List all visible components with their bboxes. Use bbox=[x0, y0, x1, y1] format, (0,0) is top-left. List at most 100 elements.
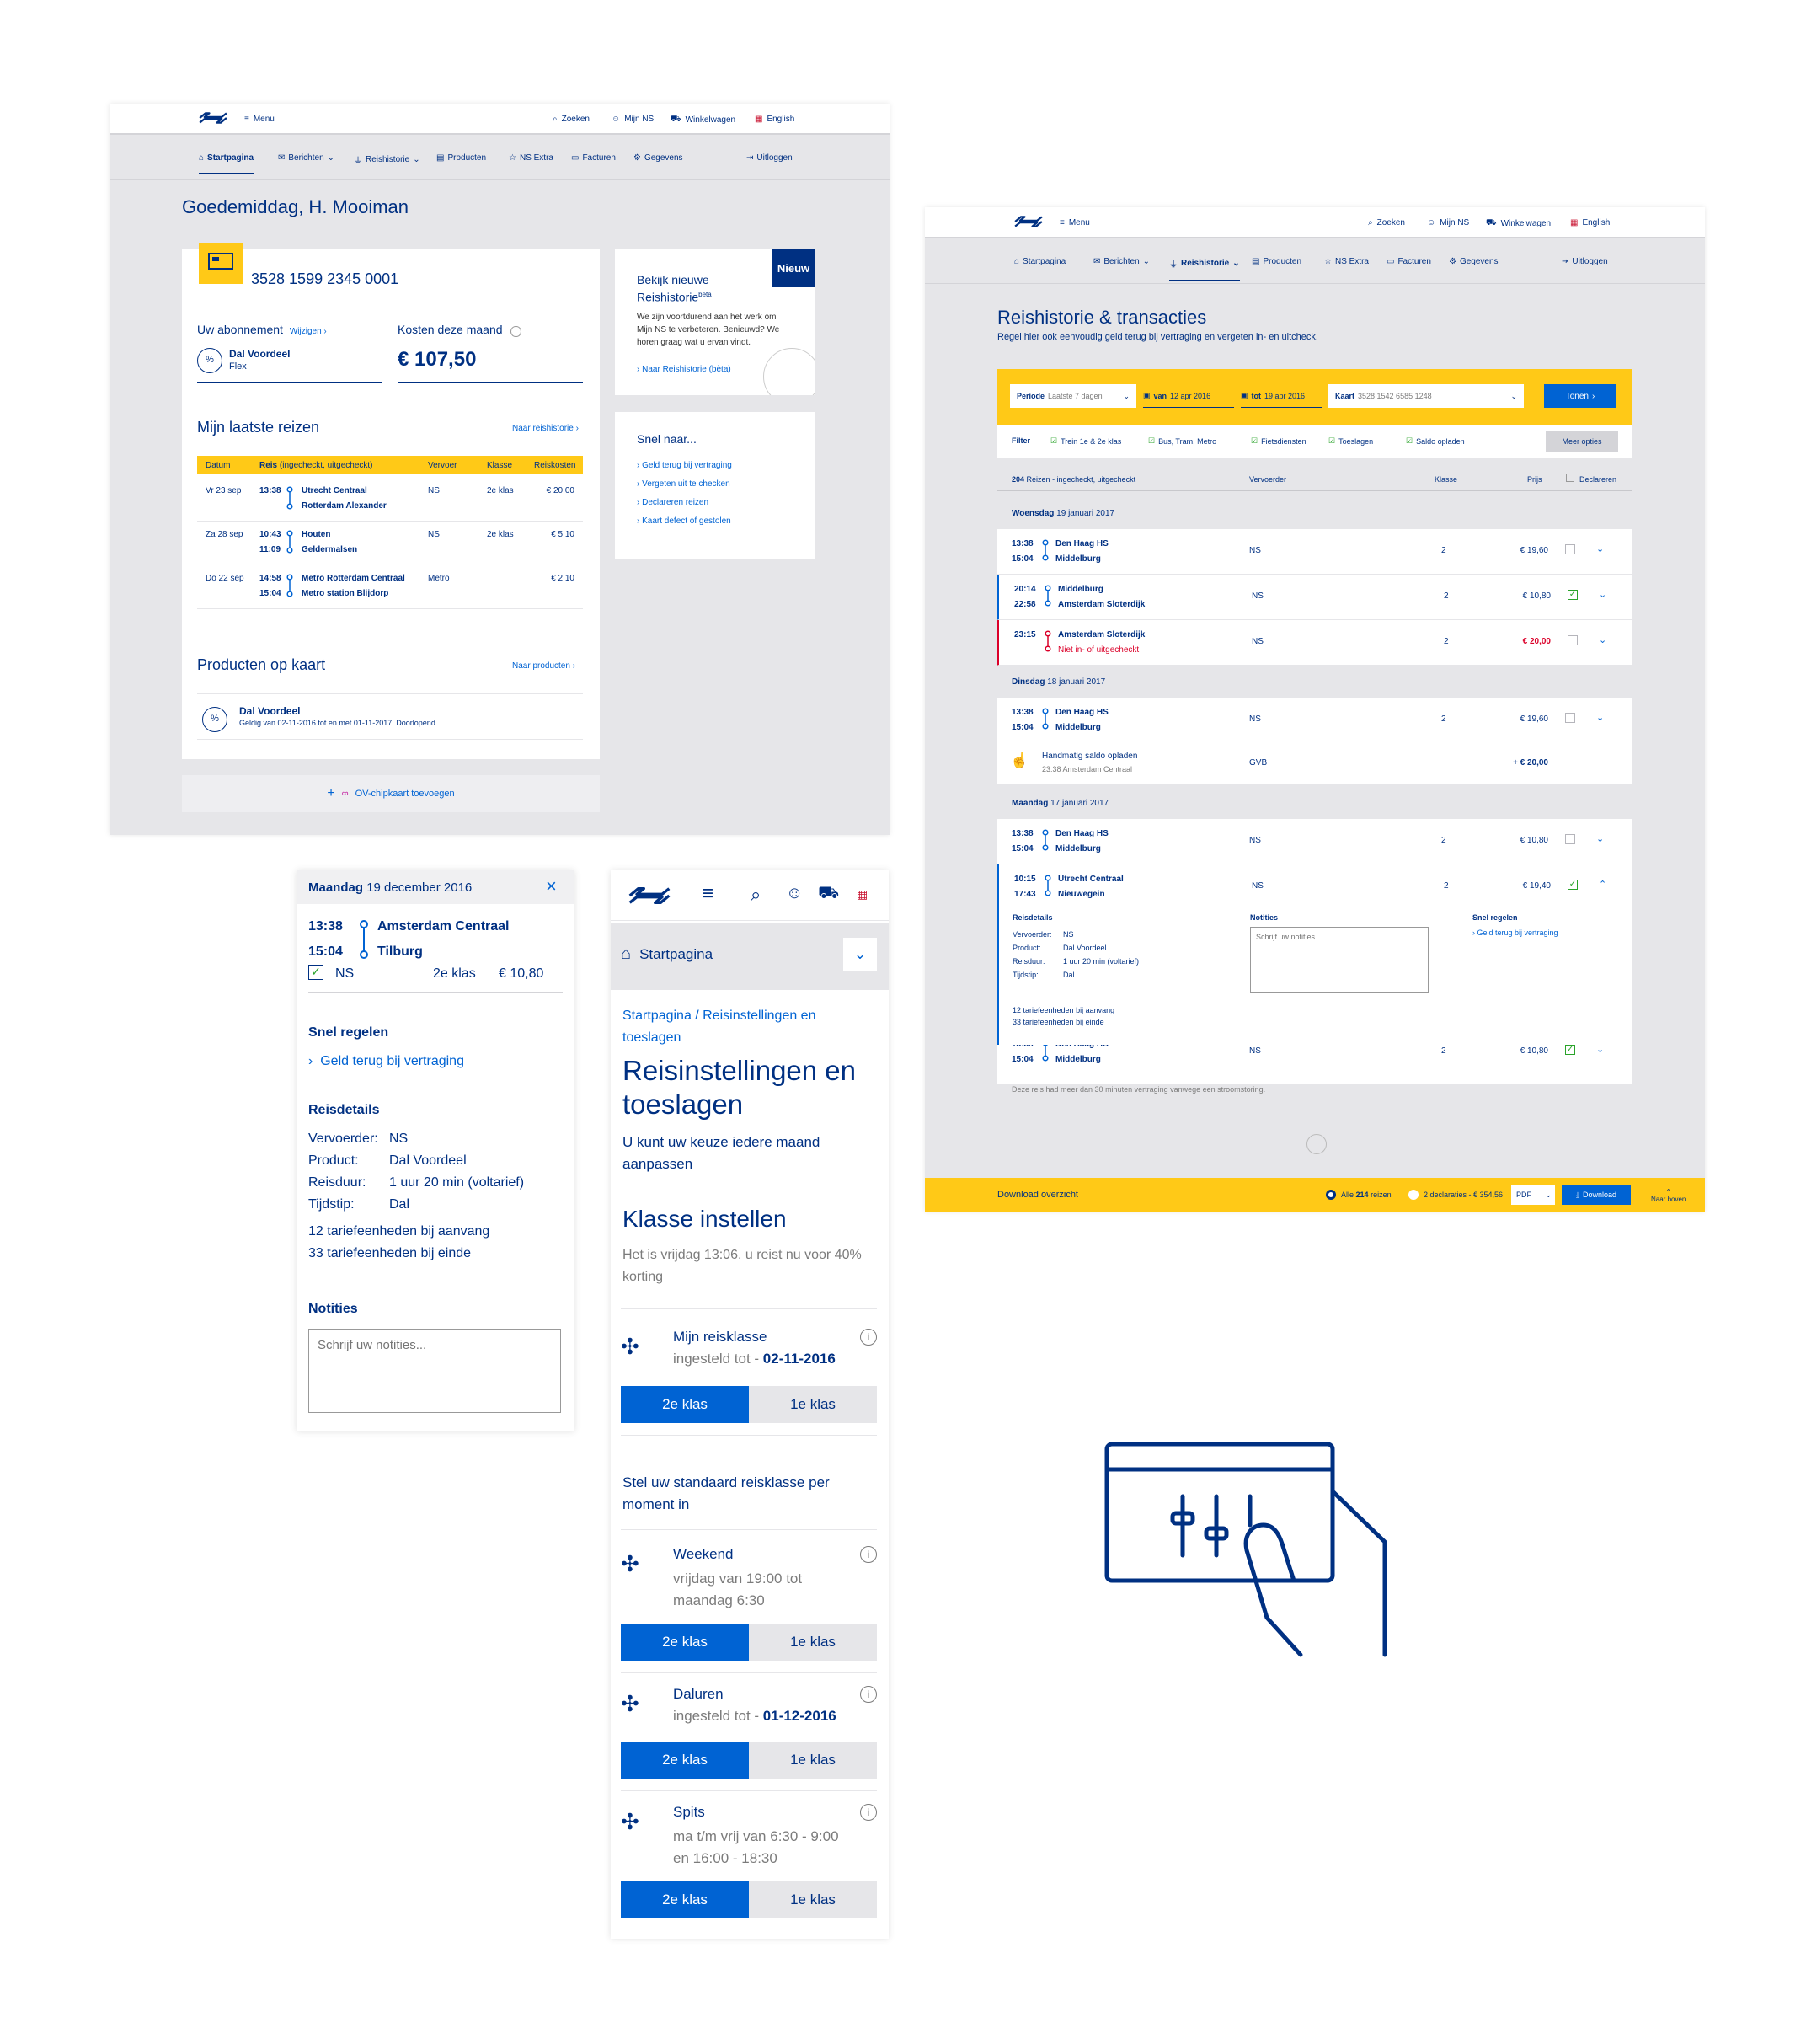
snel-link[interactable]: › Vergeten uit te checken bbox=[637, 479, 730, 489]
chevron-down-icon[interactable]: ⌄ bbox=[1599, 589, 1606, 600]
tab-facturen[interactable]: ▭ Facturen bbox=[1387, 257, 1431, 266]
tab-ns-extra[interactable]: ☆ NS Extra bbox=[509, 153, 553, 163]
tab-reishistorie[interactable]: ⏚ Reishistorie ⌄ bbox=[1169, 257, 1240, 281]
page-select[interactable]: ⌂ Startpagina ⌄ bbox=[621, 937, 877, 971]
breadcrumb[interactable]: Startpagina / Reisinstellingen en toesla… bbox=[622, 1005, 875, 1049]
snel-link[interactable]: › Kaart defect of gestolen bbox=[637, 516, 731, 526]
filter-option[interactable]: ☑ Trein 1e & 2e klas bbox=[1050, 436, 1121, 446]
declareren-checkbox[interactable] bbox=[1565, 713, 1575, 723]
toggle-2e-klas[interactable]: 2e klas bbox=[621, 1386, 749, 1423]
info-icon[interactable]: i bbox=[860, 1329, 877, 1346]
kaart-select[interactable]: Kaart 3528 1542 6585 1248 ⌄ bbox=[1328, 384, 1524, 408]
wijzigen-link[interactable]: Wijzigen bbox=[290, 327, 322, 336]
english-button[interactable]: ▦ English bbox=[1570, 218, 1610, 227]
search-button[interactable]: ⌕ Zoeken bbox=[1368, 218, 1405, 227]
toggle-2e-klas[interactable]: 2e klas bbox=[621, 1624, 749, 1661]
uk-flag-icon[interactable]: ▦ bbox=[857, 887, 868, 902]
menu-icon[interactable]: ≡ bbox=[702, 882, 713, 906]
tonen-button[interactable]: Tonen › bbox=[1544, 384, 1616, 408]
format-select[interactable]: PDF ⌄ bbox=[1511, 1185, 1555, 1205]
tab-gegevens[interactable]: ⚙ Gegevens bbox=[1449, 257, 1499, 266]
info-icon[interactable]: i bbox=[860, 1804, 877, 1821]
nieuw-link[interactable]: › Naar Reishistorie (bèta) bbox=[637, 365, 731, 374]
toggle-2e-klas[interactable]: 2e klas bbox=[621, 1742, 749, 1779]
tab-startpagina[interactable]: ⌂ Startpagina bbox=[1014, 257, 1066, 266]
close-icon[interactable]: × bbox=[546, 875, 557, 897]
logout-button[interactable]: ⇥ Uitloggen bbox=[1562, 257, 1608, 266]
tab-berichten[interactable]: ✉ Berichten ⌄ bbox=[1093, 257, 1150, 266]
snel-link[interactable]: › Geld terug bij vertraging bbox=[637, 461, 732, 470]
naar-reishistorie-link[interactable]: Naar reishistorie › bbox=[512, 424, 579, 433]
select-all-checkbox[interactable] bbox=[1566, 474, 1574, 482]
trip-row[interactable]: 23:15 Amsterdam Sloterdijk Niet in- of uit… bbox=[997, 620, 1632, 666]
geld-terug-link[interactable]: › Geld terug bij vertraging bbox=[308, 1054, 464, 1069]
naar-boven-button[interactable]: ⌃ Naar boven bbox=[1651, 1188, 1686, 1203]
tot-date-input[interactable]: ▣ tot 19 apr 2016 bbox=[1241, 384, 1322, 408]
cart-button[interactable]: ⛟ Winkelwagen bbox=[671, 115, 735, 126]
tab-reishistorie[interactable]: ⏚ Reishistorie ⌄ bbox=[354, 153, 420, 166]
cart-button[interactable]: ⛟ Winkelwagen bbox=[1486, 218, 1551, 229]
menu-button[interactable]: ≡ Menu bbox=[244, 115, 275, 124]
tab-gegevens[interactable]: ⚙ Gegevens bbox=[633, 153, 683, 163]
filter-option[interactable]: ☑ Bus, Tram, Metro bbox=[1148, 436, 1216, 446]
trip-row[interactable]: Za 28 sep 10:43 11:09 Houten Geldermalsen NS 2… bbox=[197, 522, 583, 565]
filter-option[interactable]: ☑ Saldo opladen bbox=[1406, 436, 1465, 446]
trip-row[interactable]: 13:38 15:04 Den Haag HS Middelburg NS 2 € 10,8… bbox=[997, 819, 1632, 864]
toggle-1e-klas[interactable]: 1e klas bbox=[749, 1742, 877, 1779]
search-button[interactable]: ⌕ Zoeken bbox=[553, 115, 590, 124]
declareren-checkbox[interactable]: ✓ bbox=[1565, 1045, 1575, 1055]
chevron-up-icon[interactable]: ⌃ bbox=[1599, 879, 1606, 890]
cart-icon[interactable]: ⛟ bbox=[818, 884, 839, 905]
filter-option[interactable]: ☑ Toeslagen bbox=[1328, 436, 1373, 446]
ns-logo[interactable] bbox=[1014, 216, 1043, 227]
tab-facturen[interactable]: ▭ Facturen bbox=[571, 153, 616, 163]
mijn-ns-button[interactable]: ☺ Mijn NS bbox=[1427, 218, 1469, 227]
filter-option[interactable]: ☑ Fietsdiensten bbox=[1251, 436, 1306, 446]
download-button[interactable]: ⤓ Download bbox=[1562, 1185, 1631, 1205]
notities-input[interactable] bbox=[1250, 927, 1429, 993]
toggle-1e-klas[interactable]: 1e klas bbox=[749, 1624, 877, 1661]
naar-producten-link[interactable]: Naar producten › bbox=[512, 661, 575, 671]
trip-row[interactable]: 13:38 15:04 Den Haag HS Middelburg NS 2 € 19,6… bbox=[997, 698, 1632, 743]
toggle-1e-klas[interactable]: 1e klas bbox=[749, 1386, 877, 1423]
declareren-checkbox[interactable]: ✓ bbox=[1568, 590, 1578, 600]
checkbox-icon[interactable]: ✓ bbox=[308, 965, 323, 980]
chevron-down-icon[interactable]: ⌄ bbox=[1596, 1044, 1604, 1055]
add-card-button[interactable]: + ∞ OV-chipkaart toevoegen bbox=[182, 775, 600, 812]
english-button[interactable]: ▦ English bbox=[755, 115, 794, 124]
trip-station-2[interactable]: Niet in- of uitgecheckt bbox=[1058, 645, 1139, 655]
info-icon[interactable]: i bbox=[860, 1546, 877, 1563]
tab-berichten[interactable]: ✉ Berichten ⌄ bbox=[278, 153, 334, 163]
info-icon[interactable]: i bbox=[860, 1686, 877, 1703]
trip-row[interactable]: 20:14 22:58 Middelburg Amsterdam Sloterdijk… bbox=[997, 575, 1632, 620]
info-icon[interactable]: i bbox=[510, 326, 521, 337]
van-date-input[interactable]: ▣ van 12 apr 2016 bbox=[1143, 384, 1234, 408]
snel-link[interactable]: › Geld terug bij vertraging bbox=[1472, 928, 1558, 937]
chevron-down-icon[interactable]: ⌄ bbox=[1599, 634, 1606, 645]
snel-link[interactable]: › Declareren reizen bbox=[637, 498, 708, 507]
tab-producten[interactable]: ▤ Producten bbox=[1252, 257, 1301, 266]
logout-button[interactable]: ⇥ Uitloggen bbox=[746, 153, 793, 163]
meer-opties-button[interactable]: Meer opties bbox=[1546, 431, 1618, 452]
periode-select[interactable]: Periode Laatste 7 dagen ⌄ bbox=[1010, 384, 1136, 408]
toggle-1e-klas[interactable]: 1e klas bbox=[749, 1881, 877, 1918]
mijn-ns-button[interactable]: ☺ Mijn NS bbox=[612, 115, 654, 124]
chevron-down-icon[interactable]: ⌄ bbox=[1596, 543, 1604, 554]
tab-ns-extra[interactable]: ☆ NS Extra bbox=[1324, 257, 1369, 266]
ns-logo[interactable] bbox=[628, 887, 671, 904]
tab-producten[interactable]: ▤ Producten bbox=[436, 153, 486, 163]
declareren-checkbox[interactable] bbox=[1565, 544, 1575, 554]
trip-row[interactable]: Do 22 sep 14:58 15:04 Metro Rotterdam Centr… bbox=[197, 565, 583, 609]
saldo-row[interactable]: ☝ Handmatig saldo opladen 23:38 Amsterda… bbox=[997, 740, 1632, 785]
toggle-2e-klas[interactable]: 2e klas bbox=[621, 1881, 749, 1918]
trip-row[interactable]: Vr 23 sep 13:38 Utrecht Centraal Rotterdam … bbox=[197, 478, 583, 522]
notities-input[interactable] bbox=[308, 1329, 561, 1413]
ns-logo[interactable] bbox=[199, 112, 227, 124]
declareren-checkbox[interactable]: ✓ bbox=[1568, 880, 1578, 890]
chevron-down-icon[interactable]: ⌄ bbox=[1596, 833, 1604, 844]
radio-decl[interactable] bbox=[1408, 1190, 1419, 1200]
user-icon[interactable]: ☺ bbox=[786, 884, 803, 903]
trip-row[interactable]: 13:38 15:04 Den Haag HS Middelburg NS 2 € 19,6… bbox=[997, 529, 1632, 575]
menu-button[interactable]: ≡ Menu bbox=[1060, 218, 1090, 227]
search-icon[interactable]: ⌕ bbox=[751, 884, 761, 906]
